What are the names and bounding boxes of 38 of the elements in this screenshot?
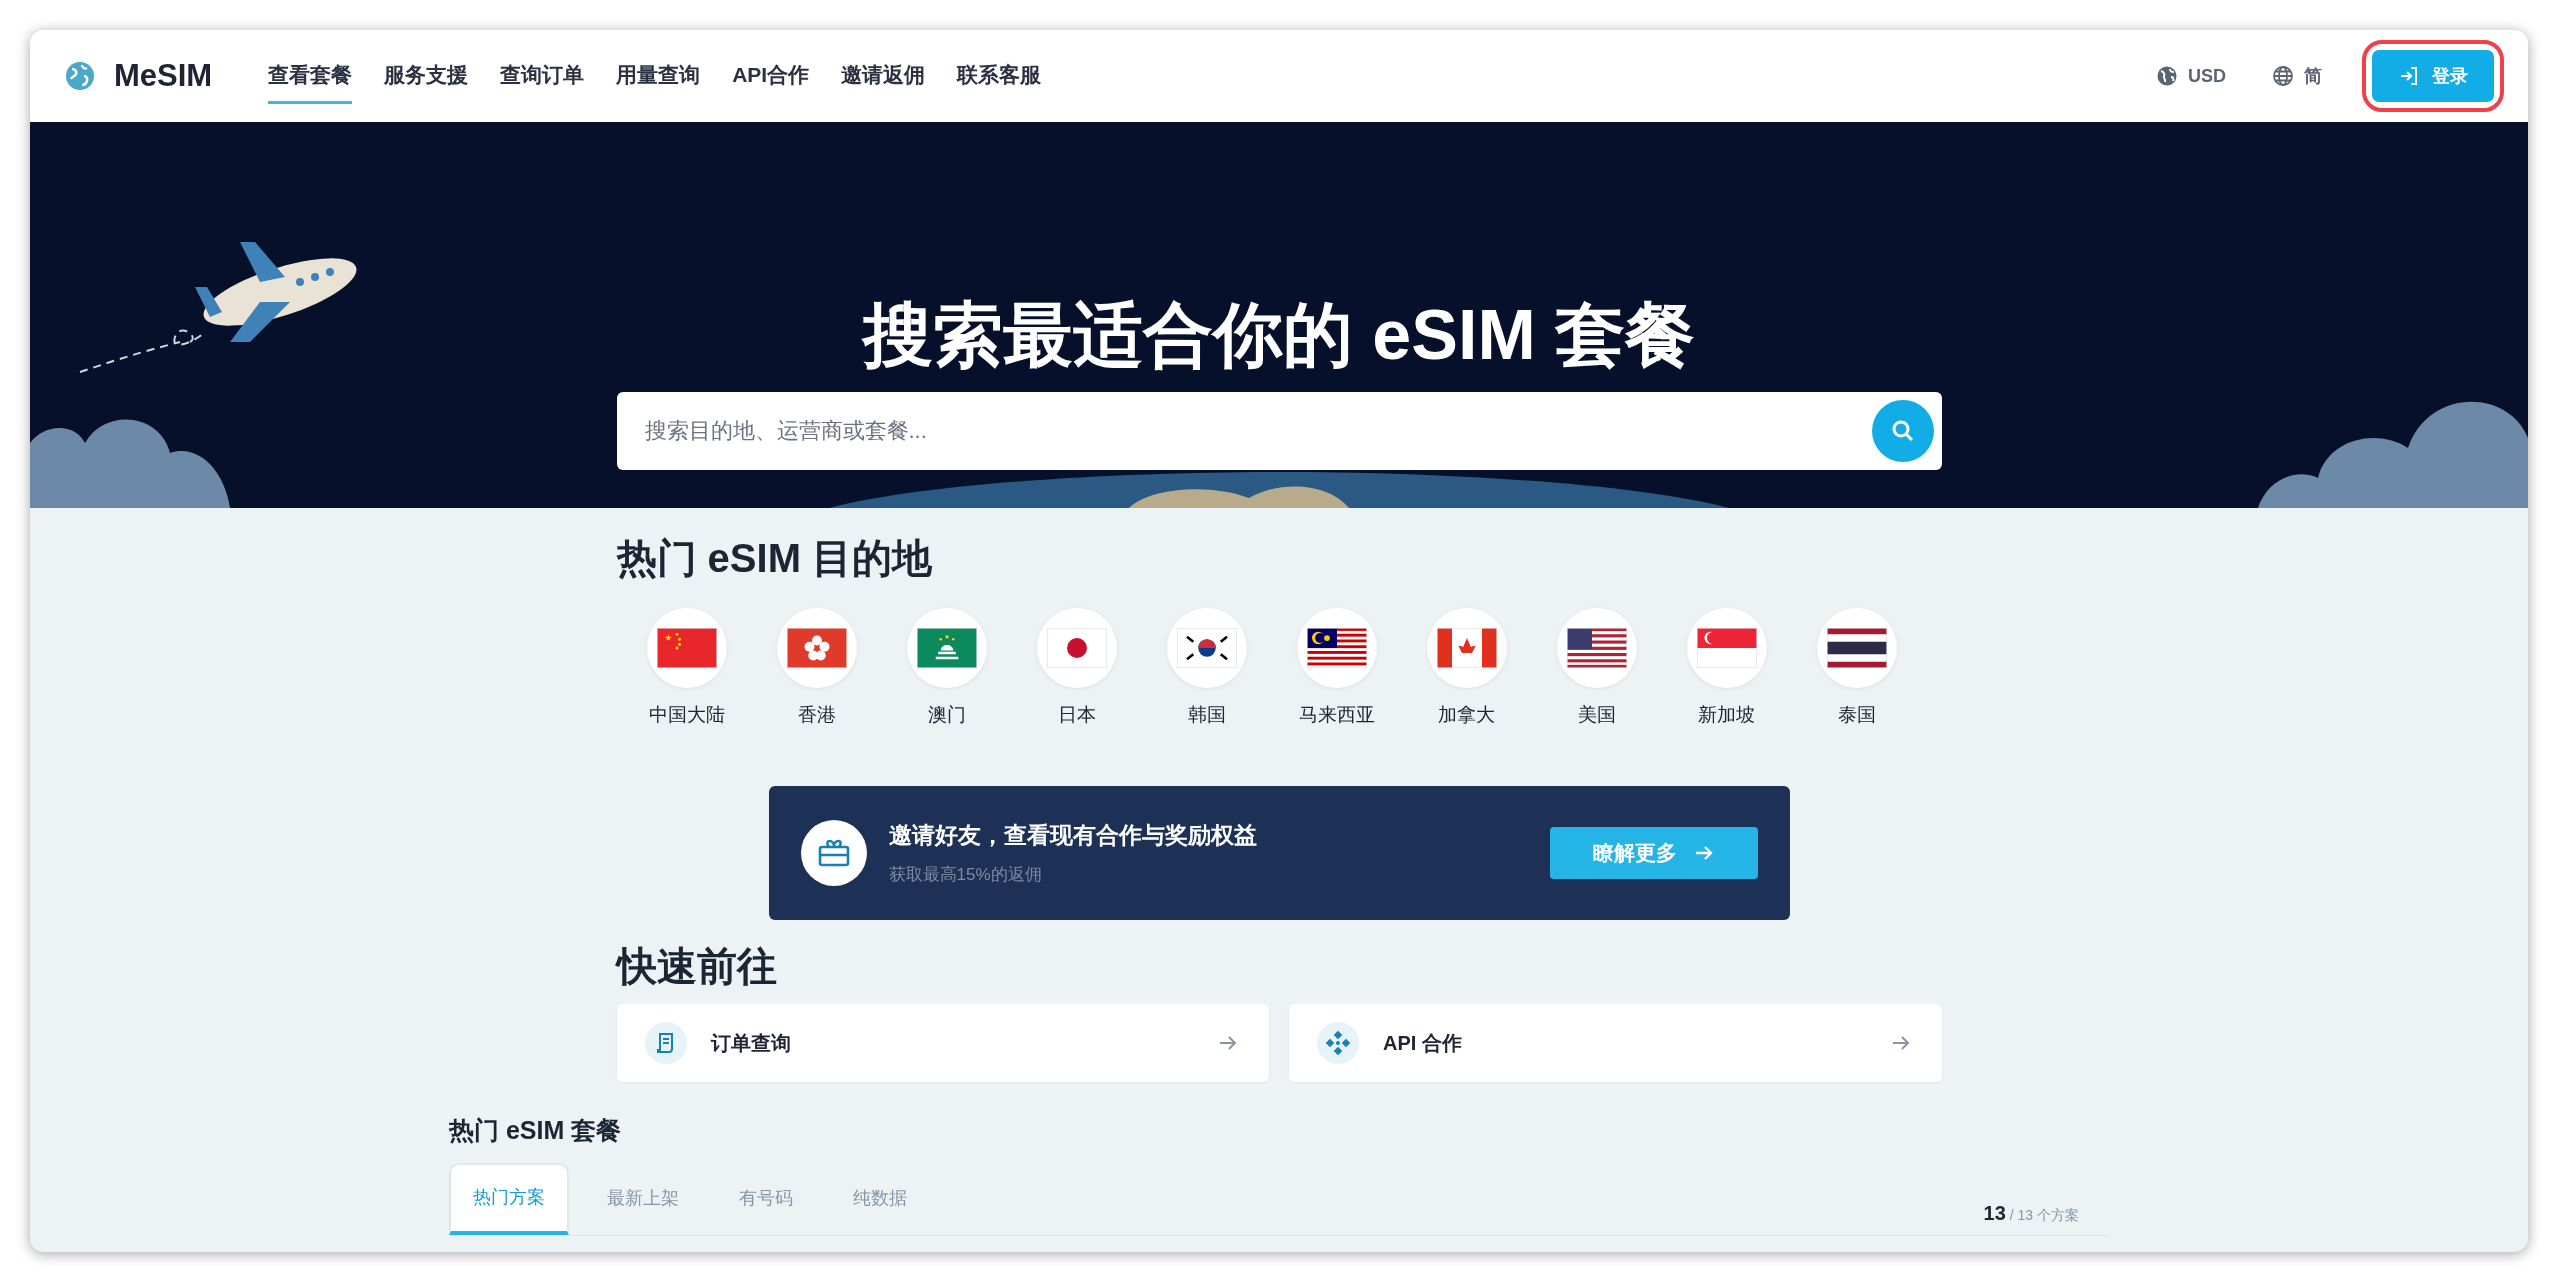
nav-link[interactable]: 查看套餐 [268,48,353,104]
diamond-dots-icon [1317,1022,1359,1064]
destination-label[interactable]: 泰国 [1837,702,1876,728]
destination-label[interactable]: 中国大陆 [648,702,725,728]
quick-link-label: 订单查询 [710,1030,792,1056]
nav-link[interactable]: 邀请返佣 [841,48,926,104]
quick-link-card[interactable]: 订单查询 [616,1004,1269,1082]
section-title: 热门 eSIM 目的地 [616,535,934,582]
destination-label[interactable]: 澳门 [927,702,966,728]
invite-subtitle: 获取最高15%的返佣 [888,864,1043,886]
quick-link-card[interactable]: API 合作 [1289,1004,1942,1082]
globe-icon [2156,65,2178,87]
section-title: 快速前往 [616,943,778,990]
destination-label[interactable]: 韩国 [1187,702,1226,728]
globe-icon [2272,65,2294,87]
search-field[interactable]: 搜索目的地、运营商或套餐... [616,392,1942,470]
destination-label[interactable]: 美国 [1577,702,1616,728]
currency-button[interactable]: USD [2150,59,2232,93]
sign-in-icon [2398,65,2420,87]
brand-name[interactable]: MeSIM [114,58,213,94]
nav-link[interactable]: 查询订单 [500,48,585,104]
language-button[interactable]: 简 [2266,58,2328,94]
destination-label[interactable]: 日本 [1057,702,1096,728]
destination-label[interactable]: 香港 [797,702,836,728]
destination-label[interactable]: 加拿大 [1438,702,1495,728]
globe-logo-icon [64,60,96,92]
nav-link[interactable]: 用量查询 [616,48,701,104]
nav-link[interactable]: API合作 [732,48,810,104]
quick-link-label: API 合作 [1383,1030,1463,1056]
destination-label[interactable]: 马来西亚 [1298,702,1375,728]
nav-link[interactable]: 服务支援 [384,48,469,104]
nav-link[interactable]: 联系客服 [957,48,1042,104]
invite-title: 邀请好友，查看现有合作与奖励权益 [888,821,1258,850]
plan-count: 13 / 13 个方案 [1983,1202,2079,1225]
document-icon [644,1022,687,1064]
section-title: 热门 eSIM 套餐 [449,1115,623,1146]
destination-label[interactable]: 新加坡 [1698,702,1755,728]
hero-title: 搜索最适合你的 eSIM 套餐 [862,295,1696,376]
